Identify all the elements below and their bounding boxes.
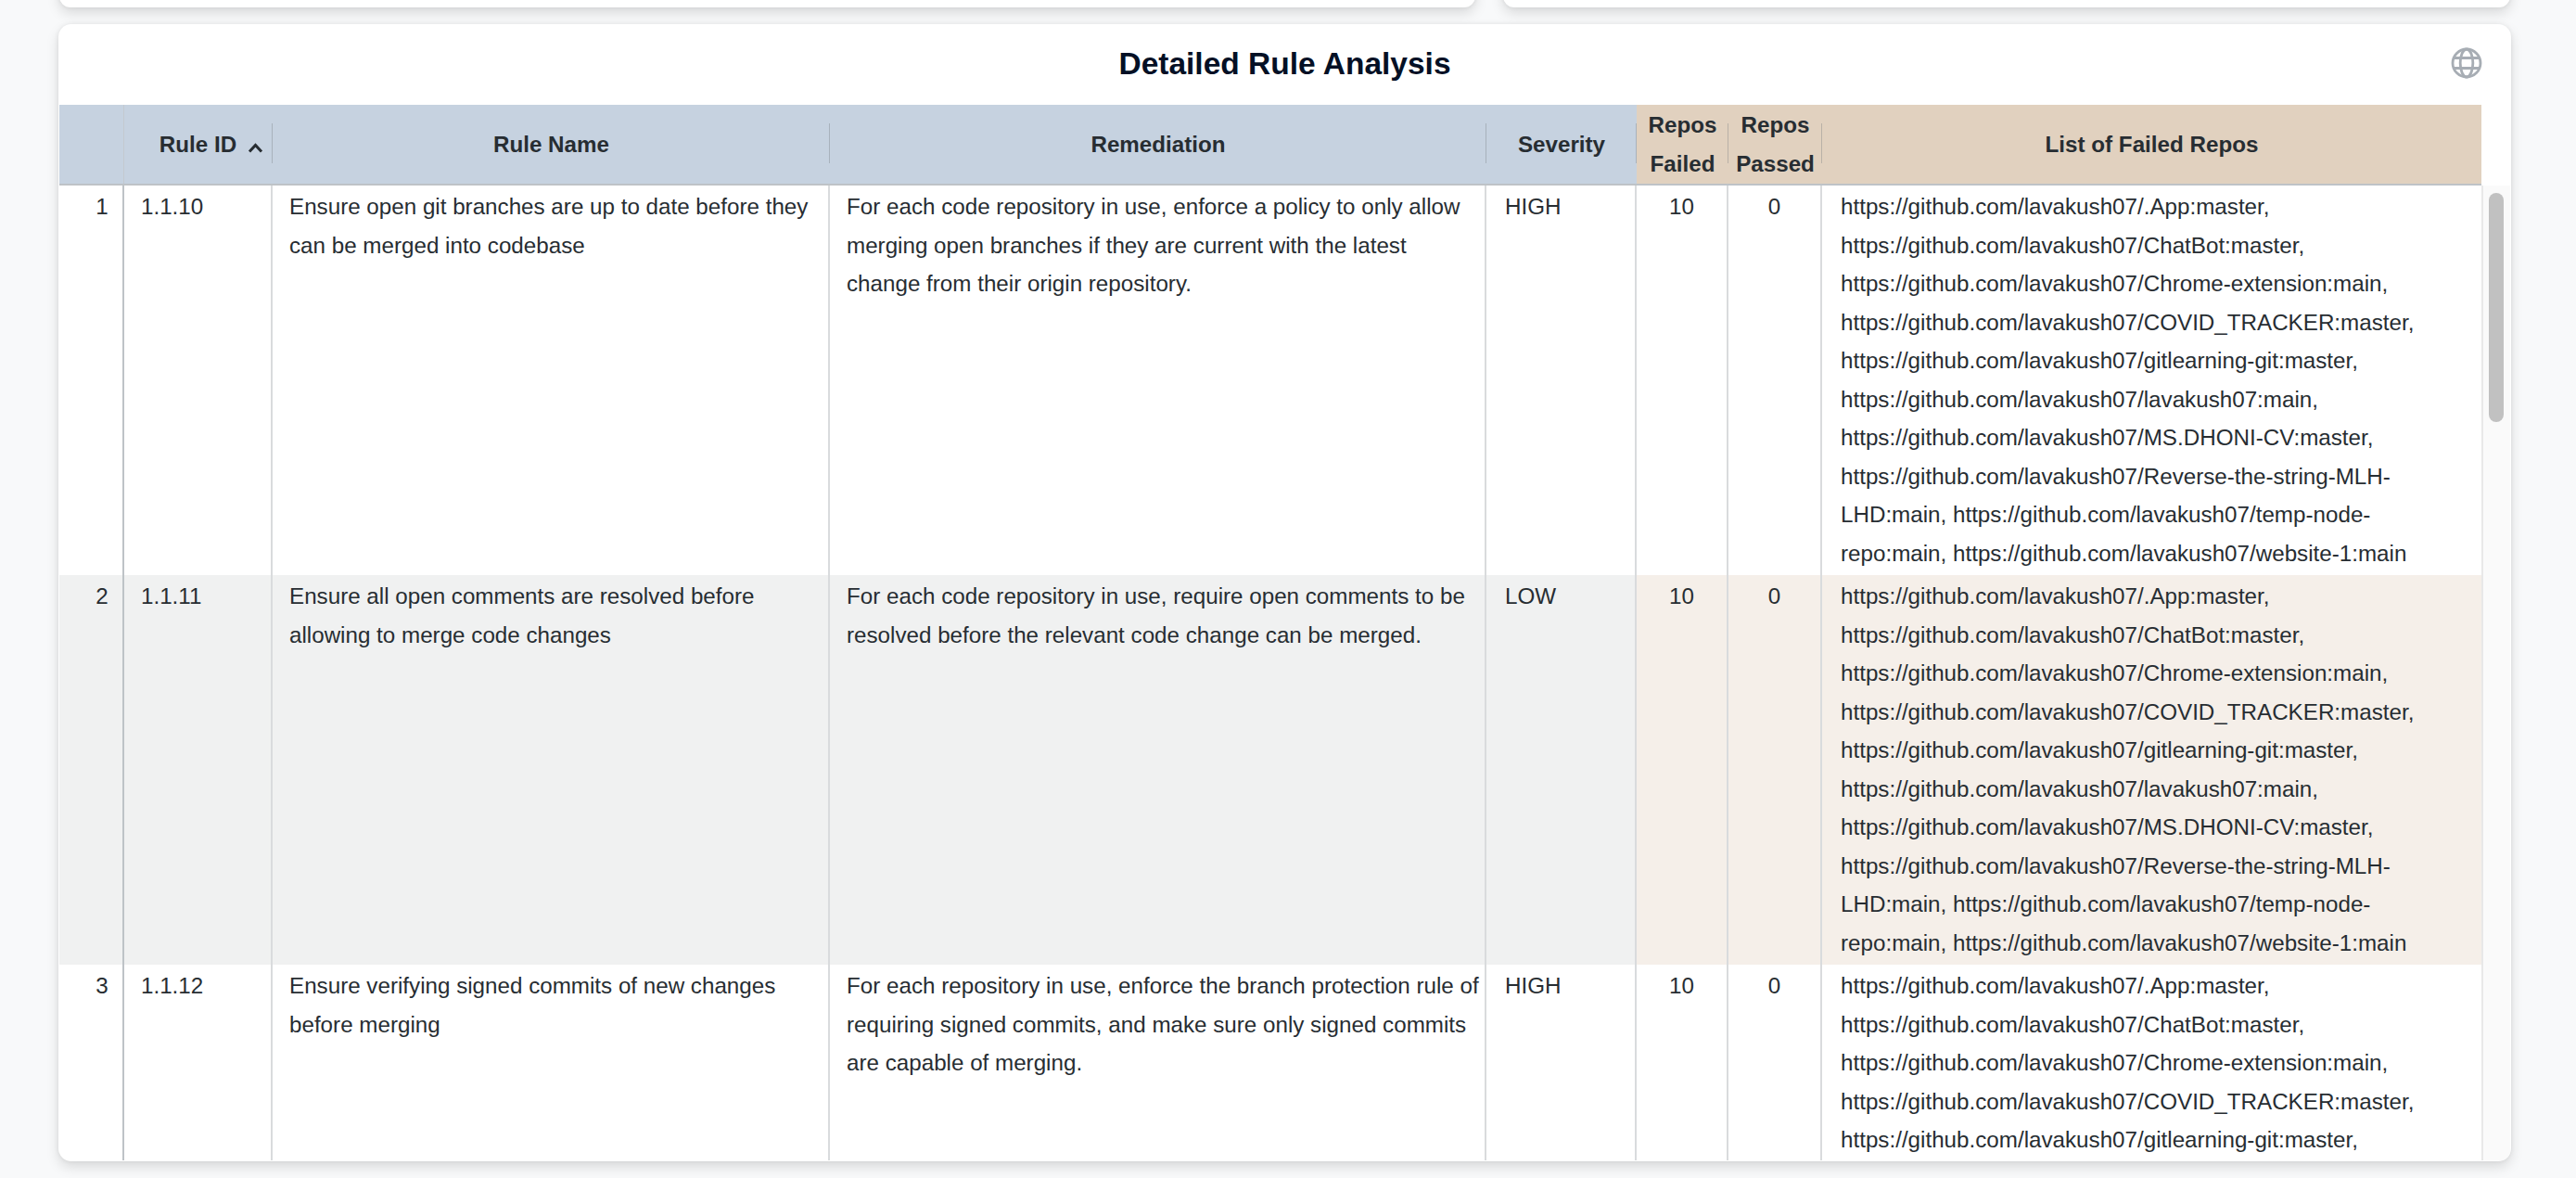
sort-ascending-icon xyxy=(246,128,265,167)
detailed-rule-analysis-card: Detailed Rule Analysis Rule ID Rule Name… xyxy=(58,24,2511,1161)
top-card-left xyxy=(59,0,1475,7)
row1-remediation: For each code repository in use, enforce… xyxy=(830,186,1486,575)
header-repos-failed[interactable]: Repos Failed xyxy=(1637,105,1728,184)
header-remediation-label: Remediation xyxy=(1090,125,1225,164)
header-failed-repos-list[interactable]: List of Failed Repos xyxy=(1822,105,2481,184)
table-row-2: 2 1.1.11 Ensure all open comments are re… xyxy=(59,575,2481,965)
row2-repos-passed: 0 xyxy=(1728,575,1822,965)
row3-severity: HIGH xyxy=(1486,965,1637,1160)
row2-rule-name: Ensure all open comments are resolved be… xyxy=(273,575,830,965)
table-row-1: 1 1.1.10 Ensure open git branches are up… xyxy=(59,186,2481,575)
header-failed-repos-list-label: List of Failed Repos xyxy=(2046,125,2259,164)
header-rule-id[interactable]: Rule ID xyxy=(124,105,273,184)
header-repos-passed-label: Repos Passed xyxy=(1728,106,1822,184)
row3-remediation: For each repository in use, enforce the … xyxy=(830,965,1486,1160)
row1-rule-id: 1.1.10 xyxy=(124,186,273,575)
row3-rule-id: 1.1.12 xyxy=(124,965,273,1160)
table-body: 1 1.1.10 Ensure open git branches are up… xyxy=(59,186,2481,1160)
header-severity[interactable]: Severity xyxy=(1486,105,1637,184)
row3-index: 3 xyxy=(59,965,124,1160)
row1-rule-name: Ensure open git branches are up to date … xyxy=(273,186,830,575)
top-card-right xyxy=(1503,0,2510,7)
page-title: Detailed Rule Analysis xyxy=(58,44,2511,84)
header-rule-name-label: Rule Name xyxy=(493,125,609,164)
header-rule-name[interactable]: Rule Name xyxy=(273,105,830,184)
row3-repos-passed: 0 xyxy=(1728,965,1822,1160)
header-remediation[interactable]: Remediation xyxy=(830,105,1486,184)
row2-rule-id: 1.1.11 xyxy=(124,575,273,965)
row3-rule-name: Ensure verifying signed commits of new c… xyxy=(273,965,830,1160)
row2-severity: LOW xyxy=(1486,575,1637,965)
scrollbar-thumb[interactable] xyxy=(2489,193,2504,422)
row3-failed-repos: https://github.com/lavakush07/.App:maste… xyxy=(1822,965,2481,1160)
vertical-scrollbar[interactable] xyxy=(2481,186,2510,1160)
row1-repos-passed: 0 xyxy=(1728,186,1822,575)
header-repos-passed[interactable]: Repos Passed xyxy=(1728,105,1822,184)
row3-repos-failed: 10 xyxy=(1637,965,1728,1160)
row2-index: 2 xyxy=(59,575,124,965)
header-repos-failed-label: Repos Failed xyxy=(1637,106,1728,184)
header-rule-id-label: Rule ID xyxy=(159,125,236,164)
row1-failed-repos: https://github.com/lavakush07/.App:maste… xyxy=(1822,186,2481,575)
row2-repos-failed: 10 xyxy=(1637,575,1728,965)
table-header-row: Rule ID Rule Name Remediation Severity R… xyxy=(59,105,2481,186)
table-row-3: 3 1.1.12 Ensure verifying signed commits… xyxy=(59,965,2481,1160)
globe-icon[interactable] xyxy=(2448,45,2485,82)
row1-repos-failed: 10 xyxy=(1637,186,1728,575)
header-index xyxy=(59,105,124,184)
row1-index: 1 xyxy=(59,186,124,575)
header-severity-label: Severity xyxy=(1518,125,1605,164)
row2-failed-repos: https://github.com/lavakush07/.App:maste… xyxy=(1822,575,2481,965)
row2-remediation: For each code repository in use, require… xyxy=(830,575,1486,965)
row1-severity: HIGH xyxy=(1486,186,1637,575)
